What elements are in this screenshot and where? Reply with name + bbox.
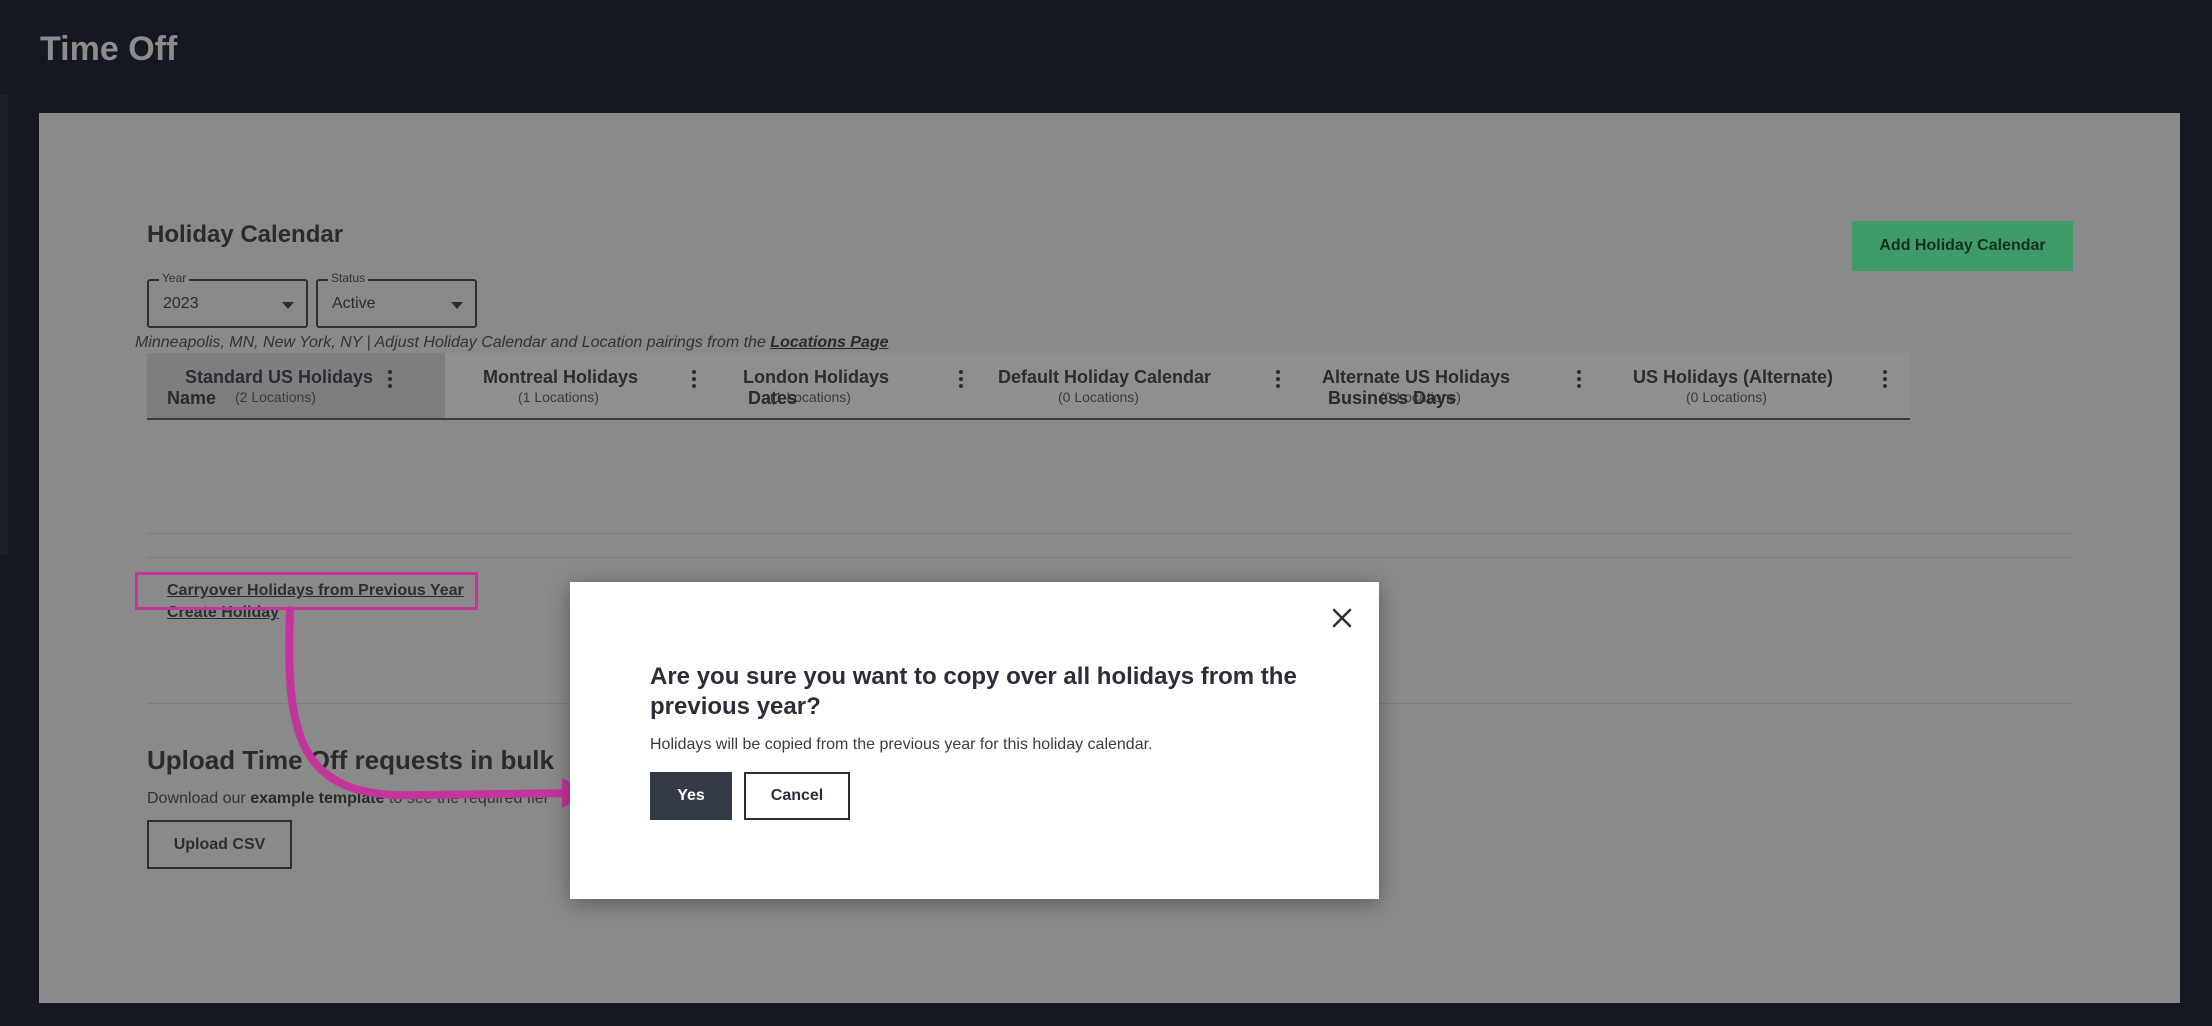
yes-button[interactable]: Yes [650, 772, 732, 820]
close-icon[interactable] [1330, 606, 1354, 630]
cancel-button[interactable]: Cancel [744, 772, 850, 820]
dialog-title: Are you sure you want to copy over all h… [650, 663, 1297, 720]
dialog-message: Holidays will be copied from the previou… [650, 736, 1153, 753]
confirm-dialog: Are you sure you want to copy over all h… [570, 582, 1379, 899]
